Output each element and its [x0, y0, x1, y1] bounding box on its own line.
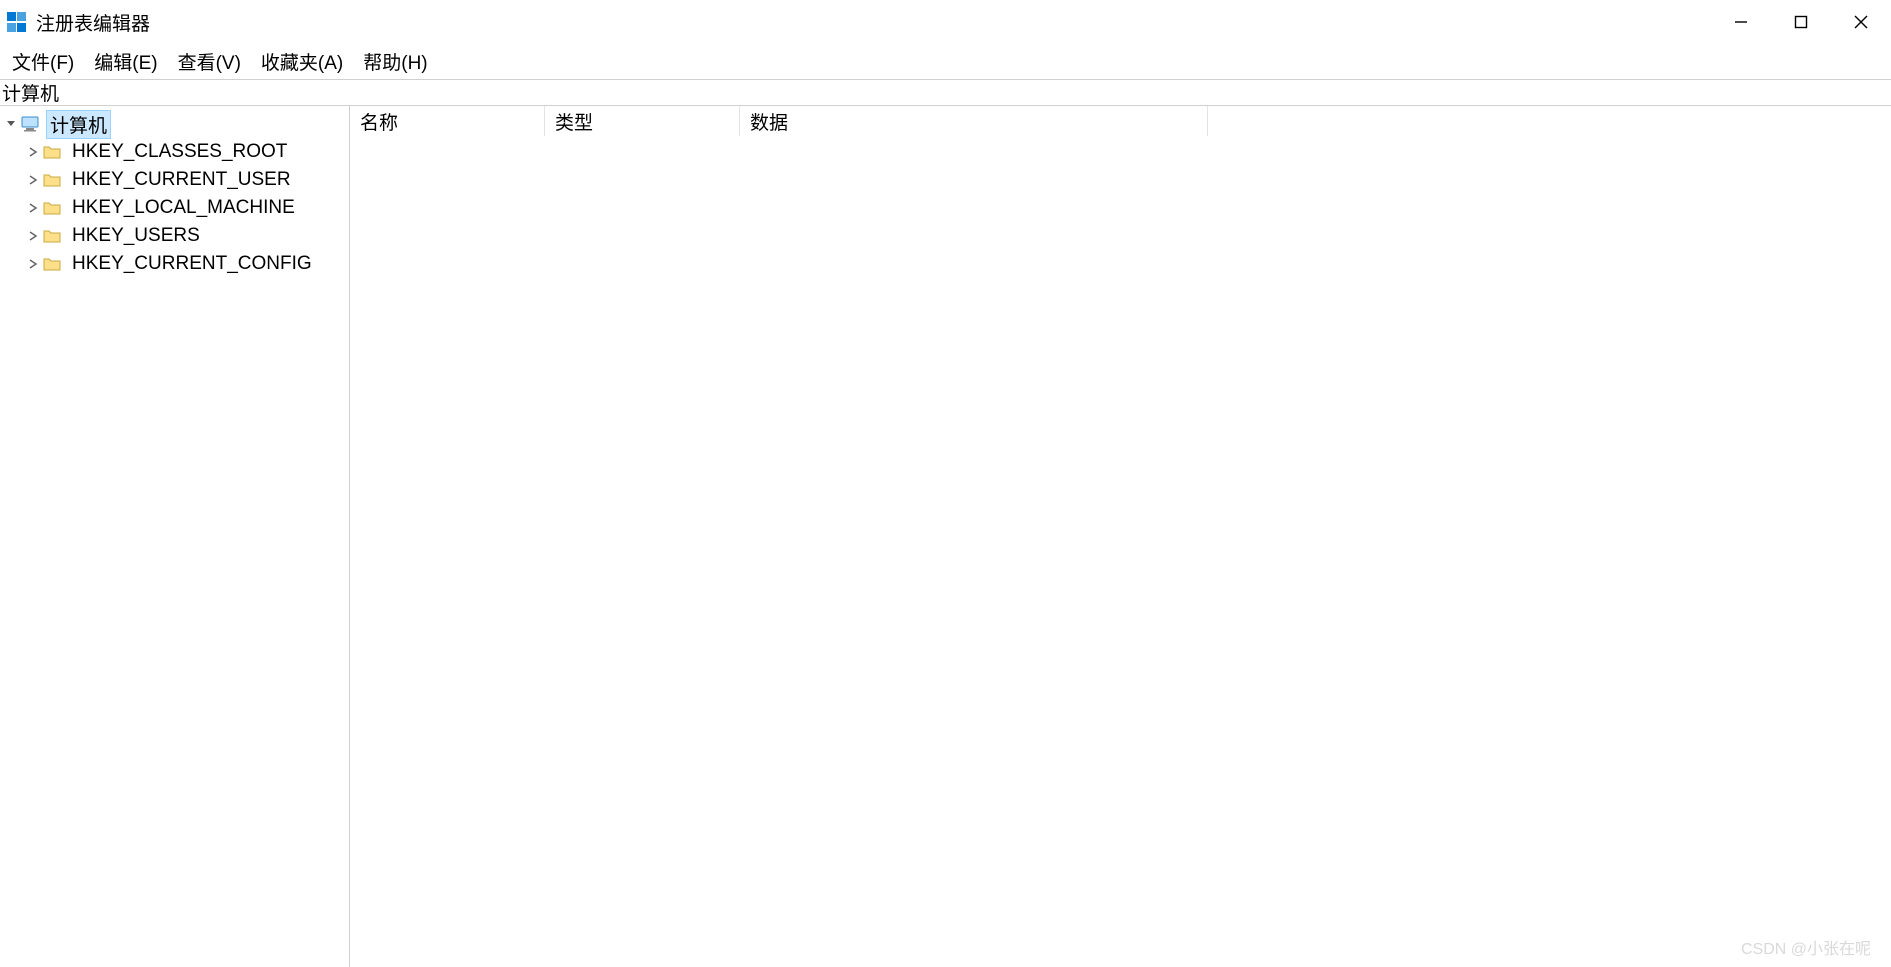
- menu-favorites[interactable]: 收藏夹(A): [251, 44, 353, 79]
- watermark: CSDN @小张在呢: [1741, 935, 1871, 959]
- computer-icon: [20, 114, 40, 134]
- tree-children: HKEY_CLASSES_ROOT HKEY_CURRENT_USER: [0, 138, 349, 278]
- minimize-button[interactable]: [1711, 0, 1771, 44]
- expand-toggle-icon[interactable]: [24, 259, 42, 269]
- menu-help[interactable]: 帮助(H): [353, 44, 437, 79]
- tree-item-label: HKEY_USERS: [68, 224, 204, 248]
- tree-item-hkcu[interactable]: HKEY_CURRENT_USER: [24, 166, 349, 194]
- menu-bar: 文件(F) 编辑(E) 查看(V) 收藏夹(A) 帮助(H): [0, 44, 1891, 80]
- tree-pane[interactable]: 计算机 HKEY_CLASSES_ROOT: [0, 106, 350, 967]
- folder-icon: [42, 198, 62, 218]
- expand-toggle-icon[interactable]: [2, 119, 20, 129]
- main-area: 计算机 HKEY_CLASSES_ROOT: [0, 106, 1891, 967]
- expand-toggle-icon[interactable]: [24, 147, 42, 157]
- folder-icon: [42, 226, 62, 246]
- values-pane[interactable]: 名称 类型 数据: [350, 106, 1891, 967]
- close-button[interactable]: [1831, 0, 1891, 44]
- values-header: 名称 类型 数据: [350, 106, 1891, 136]
- path-text: 计算机: [2, 79, 59, 106]
- values-body[interactable]: [350, 136, 1891, 967]
- window-controls: [1711, 0, 1891, 44]
- tree-item-label: HKEY_CURRENT_CONFIG: [68, 252, 316, 276]
- folder-icon: [42, 170, 62, 190]
- menu-edit[interactable]: 编辑(E): [84, 44, 167, 79]
- folder-icon: [42, 142, 62, 162]
- column-header-type[interactable]: 类型: [545, 106, 740, 136]
- path-bar[interactable]: 计算机: [0, 80, 1891, 106]
- tree-item-hku[interactable]: HKEY_USERS: [24, 222, 349, 250]
- title-bar: 注册表编辑器: [0, 0, 1891, 44]
- tree-item-hkcc[interactable]: HKEY_CURRENT_CONFIG: [24, 250, 349, 278]
- tree-item-label: HKEY_CLASSES_ROOT: [68, 140, 291, 164]
- column-header-data[interactable]: 数据: [740, 106, 1208, 136]
- menu-view[interactable]: 查看(V): [168, 44, 251, 79]
- folder-icon: [42, 254, 62, 274]
- tree-item-hkcr[interactable]: HKEY_CLASSES_ROOT: [24, 138, 349, 166]
- app-icon: [6, 11, 28, 33]
- expand-toggle-icon[interactable]: [24, 175, 42, 185]
- menu-file[interactable]: 文件(F): [2, 44, 84, 79]
- expand-toggle-icon[interactable]: [24, 231, 42, 241]
- tree-item-label: HKEY_LOCAL_MACHINE: [68, 196, 299, 220]
- tree-root-label[interactable]: 计算机: [46, 110, 111, 139]
- column-header-name[interactable]: 名称: [350, 106, 545, 136]
- tree-item-hklm[interactable]: HKEY_LOCAL_MACHINE: [24, 194, 349, 222]
- tree-root-row[interactable]: 计算机: [0, 110, 349, 138]
- expand-toggle-icon[interactable]: [24, 203, 42, 213]
- app-title: 注册表编辑器: [36, 9, 150, 36]
- maximize-button[interactable]: [1771, 0, 1831, 44]
- tree-item-label: HKEY_CURRENT_USER: [68, 168, 295, 192]
